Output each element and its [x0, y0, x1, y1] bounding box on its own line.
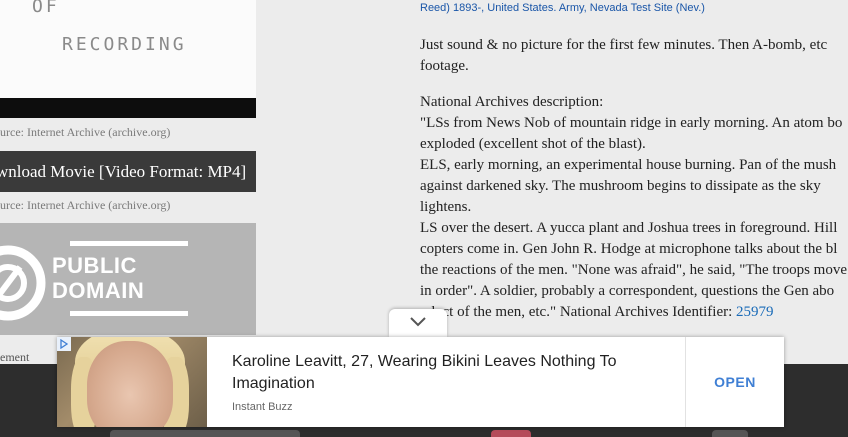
description-line: exploded (excellent shot of the blast).	[420, 136, 646, 152]
bottom-bar-item	[491, 430, 531, 437]
source-note: urce: Internet Archive (archive.org)	[0, 198, 171, 212]
description-line: in order". A soldier, probably a corresp…	[420, 283, 835, 299]
bottom-bar-item	[712, 430, 748, 437]
ad-headline[interactable]: Karoline Leavitt, 27, Wearing Bikini Lea…	[232, 351, 672, 395]
ad-open-button[interactable]: OPEN	[686, 337, 784, 427]
description-line: LS over the desert. A yucca plant and Jo…	[420, 220, 838, 236]
public-domain-badge[interactable]: PUBLIC DOMAIN	[0, 223, 256, 335]
ad-thumbnail[interactable]	[57, 337, 207, 427]
tag-link[interactable]: Reed) 1893-	[420, 2, 481, 14]
subject-tags: Reed) 1893-, United States. Army, Nevada…	[420, 2, 705, 14]
intro-line: Just sound & no picture for the first fe…	[420, 37, 828, 53]
identifier-link[interactable]: 25979	[736, 304, 774, 320]
ad-banner[interactable]: Karoline Leavitt, 27, Wearing Bikini Lea…	[57, 337, 784, 427]
intro-paragraph: Just sound & no picture for the first fe…	[420, 35, 848, 77]
video-frame-line-2: RECORDING	[62, 34, 187, 55]
badge-rule-top	[70, 241, 188, 246]
description-last-line: nduct of the men, etc." National Archive…	[420, 304, 737, 320]
public-domain-label: PUBLIC DOMAIN	[52, 253, 144, 303]
description-line: "LSs from News Nob of mountain ridge in …	[420, 115, 843, 131]
description-line: the reactions of the men. "None was afra…	[420, 262, 847, 278]
video-letterbox-bar	[0, 98, 256, 118]
public-domain-line-1: PUBLIC	[52, 253, 137, 278]
chevron-down-icon	[410, 317, 426, 327]
page: OF RECORDING urce: Internet Archive (arc…	[0, 0, 848, 437]
description-line: lightens.	[420, 199, 472, 215]
description-line: nduct of the men, etc." National Archive…	[420, 302, 848, 323]
video-frame-line-1: OF	[32, 0, 60, 17]
description-line: copters come in. Gen John R. Hodge at mi…	[420, 241, 838, 257]
ad-collapse-button[interactable]	[389, 309, 447, 337]
video-frame-text: OF RECORDING	[0, 0, 256, 98]
public-domain-icon	[0, 245, 46, 321]
tag-link[interactable]: United States. Army	[487, 2, 583, 14]
description-line: against darkened sky. The mushroom begin…	[420, 178, 821, 194]
source-note: urce: Internet Archive (archive.org)	[0, 125, 171, 139]
ad-source: Instant Buzz	[232, 401, 293, 413]
video-thumbnail[interactable]: OF RECORDING	[0, 0, 256, 118]
tag-link[interactable]: Nevada Test Site (Nev.)	[590, 2, 705, 14]
description-line: ELS, early morning, an experimental hous…	[420, 157, 837, 173]
badge-rule-bottom	[70, 311, 188, 316]
bottom-bar-item	[110, 430, 300, 437]
archives-description: National Archives description: "LSs from…	[420, 92, 848, 323]
public-domain-line-2: DOMAIN	[52, 278, 145, 303]
download-movie-button[interactable]: wnload Movie [Video Format: MP4]	[0, 151, 256, 192]
advertisement-label: ement	[0, 350, 30, 364]
description-heading: National Archives description:	[420, 94, 604, 110]
adchoices-icon[interactable]	[57, 337, 71, 351]
intro-line: footage.	[420, 58, 469, 74]
